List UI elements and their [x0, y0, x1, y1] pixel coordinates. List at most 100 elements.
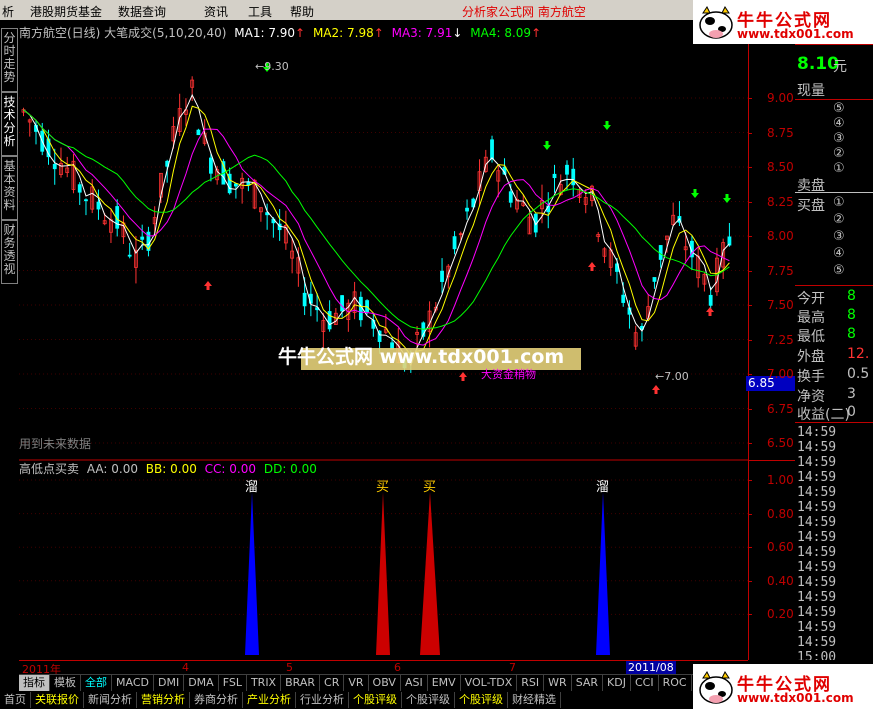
tab-basic-info[interactable]: 基本资料 — [1, 156, 18, 220]
sell-spike — [596, 492, 610, 655]
menu-item-analysis[interactable]: 析 — [2, 3, 14, 20]
buy-arrow-icon — [459, 372, 467, 381]
indicator-tab[interactable]: SAR — [572, 675, 604, 691]
menu-item-tools[interactable]: 工具 — [248, 3, 272, 20]
candle-body — [565, 164, 569, 175]
indicator-tab[interactable]: MACD — [112, 675, 154, 691]
candle-body — [340, 295, 345, 312]
indicator-tab[interactable]: KDJ — [603, 675, 631, 691]
indicator-tab[interactable]: OBV — [369, 675, 401, 691]
tab-time-sharing[interactable]: 分时走势 — [1, 28, 18, 92]
tick-time: 14:59 — [797, 635, 837, 650]
low-label: ←7.00 — [655, 370, 689, 383]
candle-body — [508, 191, 513, 203]
indicator-tab[interactable]: 指标 — [19, 675, 50, 691]
bottom-tab[interactable]: 个股评级 — [455, 692, 508, 708]
indicator-tab[interactable]: DMI — [154, 675, 185, 691]
candle-body — [209, 157, 213, 174]
ma2-label: MA2: 7.98 — [312, 26, 374, 40]
indicator-tab[interactable]: 模板 — [50, 675, 81, 691]
future-data-note: 用到未来数据 — [19, 437, 92, 451]
candle-body — [196, 129, 201, 136]
menu-item-data-query[interactable]: 数据查询 — [118, 3, 166, 20]
sell-arrow-icon — [691, 189, 699, 198]
bottom-tab[interactable]: 营销分析 — [137, 692, 190, 708]
bottom-tab[interactable]: 券商分析 — [190, 692, 243, 708]
ma4-label: MA4: 8.09 — [470, 26, 532, 40]
buy-spike — [420, 492, 440, 655]
buy-arrow-icon — [204, 281, 212, 290]
sell-arrow-icon — [723, 194, 731, 203]
high-label: ←9.30 — [255, 60, 289, 73]
tab-technical[interactable]: 技术分析 — [1, 92, 18, 156]
candle-body — [571, 168, 576, 186]
tick-time: 14:59 — [797, 560, 837, 575]
stat-value: 0 — [847, 404, 856, 420]
indicator-tab[interactable]: VR — [344, 675, 369, 691]
buy-annotation: 大资金稍物 — [481, 368, 536, 381]
sell-level: ④ — [833, 116, 845, 131]
indicator-tab[interactable]: 全部 — [81, 675, 112, 691]
signal-label: 溜 — [245, 480, 258, 495]
tick-time: 14:59 — [797, 590, 837, 605]
cow-logo-icon — [699, 6, 733, 39]
price-tick: 7.25 — [767, 332, 794, 347]
candle-body — [140, 236, 145, 240]
tab-financial[interactable]: 财务透视 — [1, 220, 18, 284]
indicator-tab[interactable]: RSI — [517, 675, 545, 691]
bottom-tab[interactable]: 行业分析 — [296, 692, 349, 708]
candle-body — [552, 173, 557, 179]
candle-body — [302, 292, 307, 307]
bottom-tab[interactable]: 财经精选 — [508, 692, 561, 708]
menu-item-help[interactable]: 帮助 — [290, 3, 314, 20]
bottom-tab[interactable]: 首页 — [0, 692, 31, 708]
price-tick: 7.00 — [767, 367, 794, 381]
candle-body — [358, 296, 363, 321]
candle-body — [658, 245, 663, 260]
main-chart-header: 南方航空(日线) 大笔成交(5,10,20,40) MA1: 7.90↑ MA2… — [19, 26, 542, 40]
candle-body — [708, 294, 713, 306]
signal-label: 溜 — [596, 480, 609, 495]
bottom-tab[interactable]: 新闻分析 — [84, 692, 137, 708]
logo-url: www.tdx001.com — [737, 27, 854, 41]
indicator-tab[interactable]: ASI — [401, 675, 428, 691]
indicator-tab[interactable]: VOL-TDX — [461, 675, 518, 691]
price-tick: 9.00 — [767, 91, 794, 105]
now-volume-label: 现量 — [797, 83, 825, 99]
ma3-label: MA3: 7.91 — [391, 26, 453, 40]
indicator-tab[interactable]: DMA — [184, 675, 219, 691]
watermark-text: 牛牛公式网 www.tdx001.com — [278, 346, 565, 368]
bottom-tab[interactable]: 关联报价 — [31, 692, 84, 708]
indicator-tab[interactable]: ROC — [659, 675, 692, 691]
menu-item-news[interactable]: 资讯 — [204, 3, 228, 20]
sub-chart-header: 高低点买卖 AA: 0.00 BB: 0.00 CC: 0.00 DD: 0.0… — [19, 460, 317, 477]
x-axis: 2011年 4 5 6 7 2011/08 — [19, 660, 748, 676]
indicator-tab[interactable]: EMV — [428, 675, 461, 691]
indicator-tab[interactable]: FSL — [219, 675, 247, 691]
buy-arrow-icon — [652, 385, 660, 394]
bottom-tab[interactable]: 个股评级 — [402, 692, 455, 708]
stat-value: 8 — [847, 307, 856, 323]
tick-time: 14:59 — [797, 440, 837, 455]
x-axis-label: 5 — [286, 661, 293, 674]
menu-item-hk-futures[interactable]: 港股期货基金 — [30, 3, 102, 20]
price-tick: 8.75 — [767, 125, 794, 140]
bottom-tab[interactable]: 个股评级 — [349, 692, 402, 708]
indicator-tab[interactable]: CCI — [631, 675, 659, 691]
stat-label: 收益(二) — [797, 407, 850, 423]
indicator-tab[interactable]: WR — [544, 675, 572, 691]
indicator-tab[interactable]: BRAR — [281, 675, 321, 691]
price-chart-svg[interactable]: ←9.30 ←7.00 溜 买 买 溜 — [19, 20, 748, 660]
candle-body — [465, 207, 469, 212]
sell-level: ② — [833, 146, 845, 161]
signal-label: 买 — [423, 480, 436, 495]
tick-time: 14:59 — [797, 485, 837, 500]
stat-label: 最低 — [797, 329, 825, 345]
bottom-tab[interactable]: 产业分析 — [243, 692, 296, 708]
indicator-tab[interactable]: CR — [320, 675, 345, 691]
sell-level: ③ — [833, 131, 845, 146]
indicator-tab[interactable]: TRIX — [247, 675, 282, 691]
tick-time: 14:59 — [797, 575, 837, 590]
stat-value: 3 — [847, 386, 856, 402]
stock-title: 南方航空(日线) 大笔成交(5,10,20,40) — [19, 26, 227, 40]
